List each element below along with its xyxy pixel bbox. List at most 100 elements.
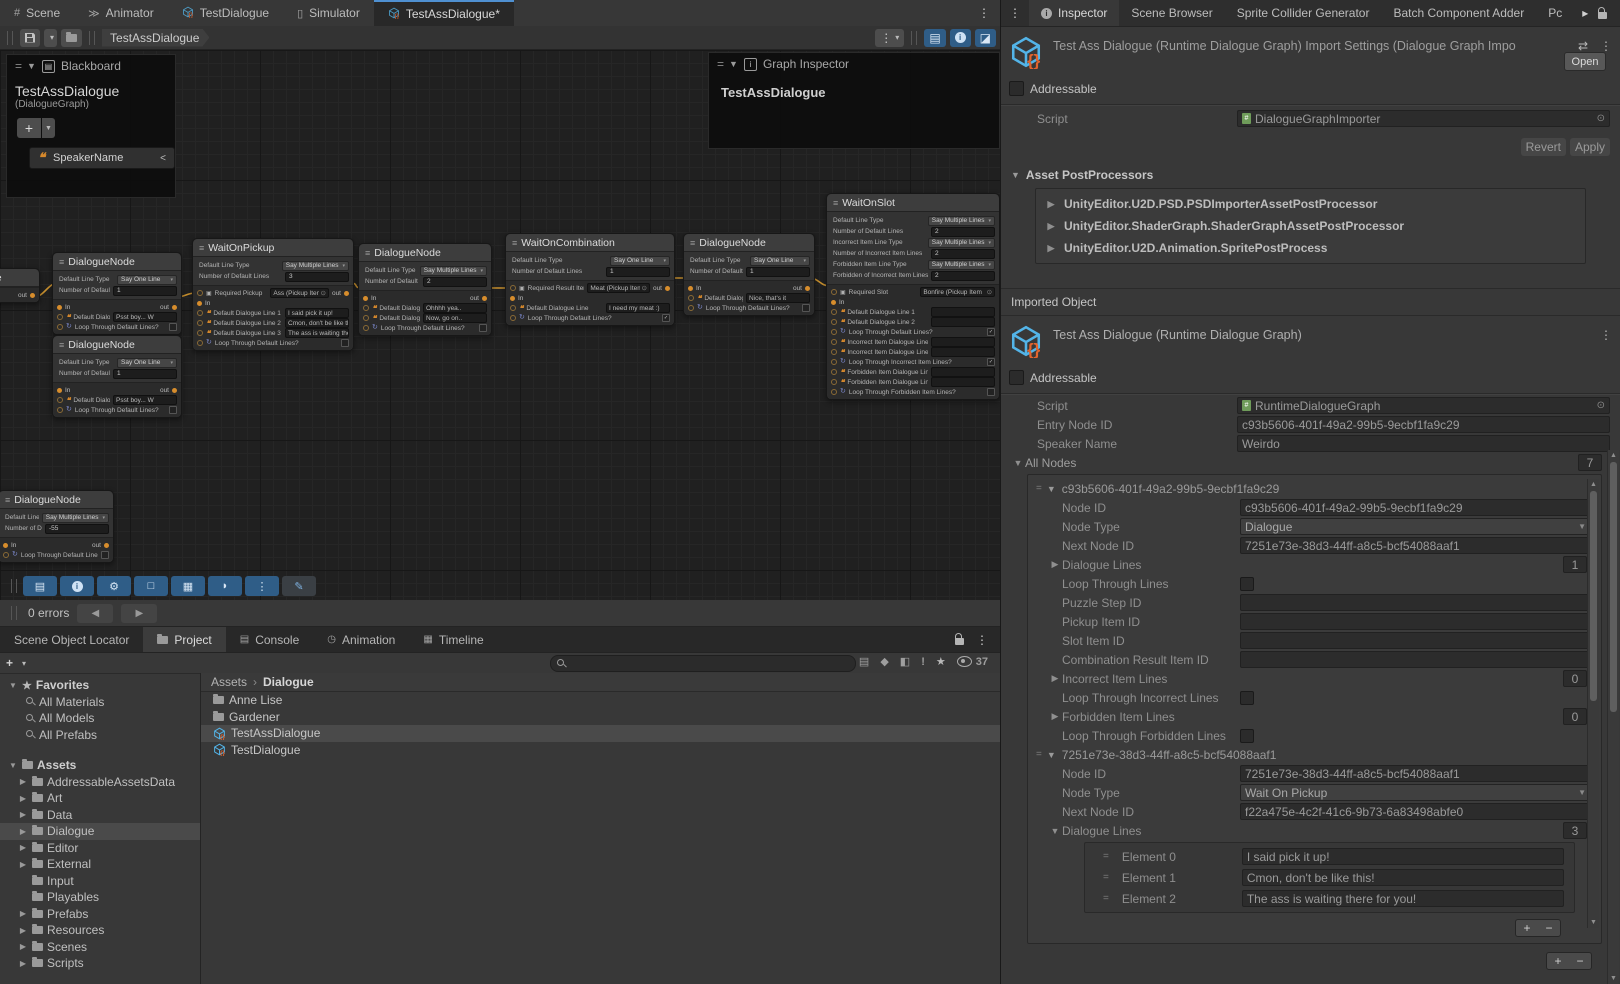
node-checkbox[interactable] — [169, 406, 177, 414]
port-dot-icon[interactable] — [510, 305, 516, 311]
chevron-down-icon[interactable]: ▼ — [8, 681, 18, 690]
chevron-down-icon[interactable]: ▼ — [1047, 484, 1056, 494]
node-field[interactable]: 2 — [423, 277, 487, 287]
node-dropdown[interactable]: Say One Line▾ — [117, 275, 177, 285]
chevron-right-icon[interactable]: ▶ — [18, 777, 28, 786]
port-dot-icon[interactable] — [57, 397, 63, 403]
search-help-icon[interactable]: ! — [921, 656, 925, 668]
row-checkbox[interactable] — [1240, 729, 1254, 743]
scrollbar-thumb[interactable] — [1590, 491, 1597, 701]
element-field[interactable]: The ass is waiting there for you! — [1242, 890, 1564, 907]
output-port[interactable]: out — [92, 542, 109, 549]
editor-tab-Simulator[interactable]: ▯Simulator — [283, 0, 374, 26]
project-search-input[interactable] — [550, 655, 856, 672]
chevron-down-icon[interactable]: ▼ — [27, 61, 36, 71]
chevron-right-icon[interactable]: ▶ — [18, 942, 28, 951]
scrollbar-thumb[interactable] — [1610, 462, 1617, 712]
output-port[interactable]: out — [653, 285, 670, 292]
dialogue-line-field[interactable] — [931, 367, 995, 377]
port-dot-icon[interactable] — [363, 315, 369, 321]
dialogue-line-field[interactable] — [931, 307, 995, 317]
graph-options-button[interactable]: ⋮▾ — [875, 29, 904, 47]
toggle-blackboard-button[interactable]: ▤ — [924, 29, 945, 47]
dialogue-line-field[interactable]: Now, go on.. — [423, 313, 487, 323]
add-variable-button[interactable]: + — [17, 118, 41, 138]
input-port[interactable]: In — [3, 542, 16, 549]
dock-tab-scene-object-locator[interactable]: Scene Object Locator — [0, 627, 143, 652]
output-port[interactable]: out — [160, 304, 177, 311]
dock-tab-project[interactable]: Project — [143, 627, 225, 652]
row-checkbox[interactable] — [1240, 691, 1254, 705]
port-dot-icon[interactable] — [172, 388, 177, 393]
chevron-right-icon[interactable]: ▶ — [1048, 673, 1062, 684]
chevron-right-icon[interactable]: ▶ — [1044, 243, 1058, 254]
input-port[interactable]: In — [510, 295, 523, 302]
chevron-right-icon[interactable]: ▶ — [18, 827, 28, 836]
element-field[interactable]: Cmon, don't be like this! — [1242, 869, 1564, 886]
breadcrumb-root[interactable]: Assets — [211, 675, 247, 689]
output-port[interactable]: out — [18, 292, 35, 299]
tree-folder-addressableassetsdata[interactable]: ▶AddressableAssetsData — [0, 774, 200, 791]
dock-kebab-icon[interactable]: ⋮ — [1001, 6, 1029, 20]
save-search-icon[interactable]: ◧ — [900, 655, 910, 668]
tree-favorites[interactable]: ▼★Favorites — [0, 677, 200, 694]
add-element-button[interactable]: + — [1516, 920, 1538, 936]
chevron-down-icon[interactable]: ▼ — [1011, 458, 1025, 468]
port-dot-icon[interactable] — [363, 296, 368, 301]
toolbar-grip[interactable] — [7, 31, 13, 45]
port-dot-icon[interactable] — [510, 296, 515, 301]
node-field[interactable]: 1 — [606, 267, 670, 277]
node-dropdown[interactable]: Say Multiple Lines▾ — [928, 260, 995, 270]
tree-folder-external[interactable]: ▶External — [0, 856, 200, 873]
count-field[interactable]: 0 — [1563, 708, 1587, 725]
port-dot-icon[interactable] — [831, 289, 837, 295]
port-dot-icon[interactable] — [197, 340, 203, 346]
element-field[interactable]: I said pick it up! — [1242, 848, 1564, 865]
object-picker-icon[interactable]: ⊙ — [642, 284, 647, 292]
breadcrumb-current[interactable]: Dialogue — [263, 675, 314, 689]
postprocessor-item[interactable]: ▶UnityEditor.U2D.PSD.PSDImporterAssetPos… — [1036, 193, 1585, 215]
tree-folder-playables[interactable]: Playables — [0, 889, 200, 906]
save-button[interactable] — [20, 29, 40, 47]
chevron-down-icon[interactable]: ▾ — [22, 659, 26, 668]
tree-item-all-prefabs[interactable]: All Prefabs — [0, 727, 200, 744]
port-dot-icon[interactable] — [3, 543, 8, 548]
inspector-tab-batch-component-adder[interactable]: Batch Component Adder — [1381, 0, 1536, 26]
inspector-scrollbar[interactable]: ▲ ▼ — [1607, 450, 1619, 984]
port-dot-icon[interactable] — [831, 379, 837, 385]
chevron-right-icon[interactable]: ▶ — [1048, 711, 1062, 722]
object-picker-icon[interactable]: ⊙ — [1597, 400, 1605, 411]
blackboard-variable-speakername[interactable]: ❝ SpeakerName < — [29, 147, 175, 169]
node-field[interactable]: 2 — [931, 271, 995, 281]
remove-element-button[interactable]: − — [1538, 920, 1560, 936]
row-field[interactable]: 7251e73e-38d3-44ff-a8c5-bcf54088aaf1 — [1240, 765, 1591, 782]
tree-folder-scripts[interactable]: ▶Scripts — [0, 955, 200, 972]
input-port[interactable]: In — [197, 300, 210, 307]
node-dropdown[interactable]: Say One Line▾ — [610, 256, 670, 266]
node-title-bar[interactable]: ≡DialogueNode — [53, 253, 181, 271]
dock-tab-timeline[interactable]: ▦Timeline — [409, 627, 497, 652]
output-port[interactable]: out — [793, 285, 810, 292]
node-entry-header[interactable]: =▼c93b5606-401f-49a2-99b5-9ecbf1fa9c29 — [1028, 479, 1601, 498]
addressable-checkbox[interactable] — [1009, 370, 1024, 385]
node-title-bar[interactable]: ≡WaitOnCombination — [506, 234, 674, 252]
addressable-checkbox[interactable] — [1009, 81, 1024, 96]
port-dot-icon[interactable] — [197, 330, 203, 336]
chevron-right-icon[interactable]: ▶ — [18, 794, 28, 803]
inspector-tab-sprite-collider-generator[interactable]: Sprite Collider Generator — [1225, 0, 1382, 26]
node-field[interactable]: -55 — [45, 524, 109, 534]
port-dot-icon[interactable] — [831, 359, 837, 365]
chevron-right-icon[interactable]: ▶ — [18, 843, 28, 852]
scroll-up-icon[interactable]: ▲ — [1590, 481, 1597, 488]
script-field[interactable]: # DialogueGraphImporter ⊙ — [1237, 110, 1610, 127]
row-field[interactable]: Weirdo — [1237, 435, 1610, 452]
favorite-search-icon[interactable]: ★ — [936, 655, 946, 668]
node-dropdown[interactable]: Say Multiple Lines▾ — [928, 238, 995, 248]
show-in-project-button[interactable] — [61, 29, 82, 47]
port-dot-icon[interactable] — [197, 301, 202, 306]
asset-postprocessors-foldout[interactable]: ▼ Asset PostProcessors — [1001, 160, 1620, 186]
graph-node-dialoguenode-8[interactable]: ≡DialogueNodeDefault Line TypeSay Multip… — [0, 490, 114, 563]
graph-node-startnode-0[interactable]: ≡StartNodeSpeakerNameout — [0, 268, 40, 303]
dialogue-line-field[interactable] — [931, 317, 995, 327]
tree-item-all-models[interactable]: All Models — [0, 710, 200, 727]
